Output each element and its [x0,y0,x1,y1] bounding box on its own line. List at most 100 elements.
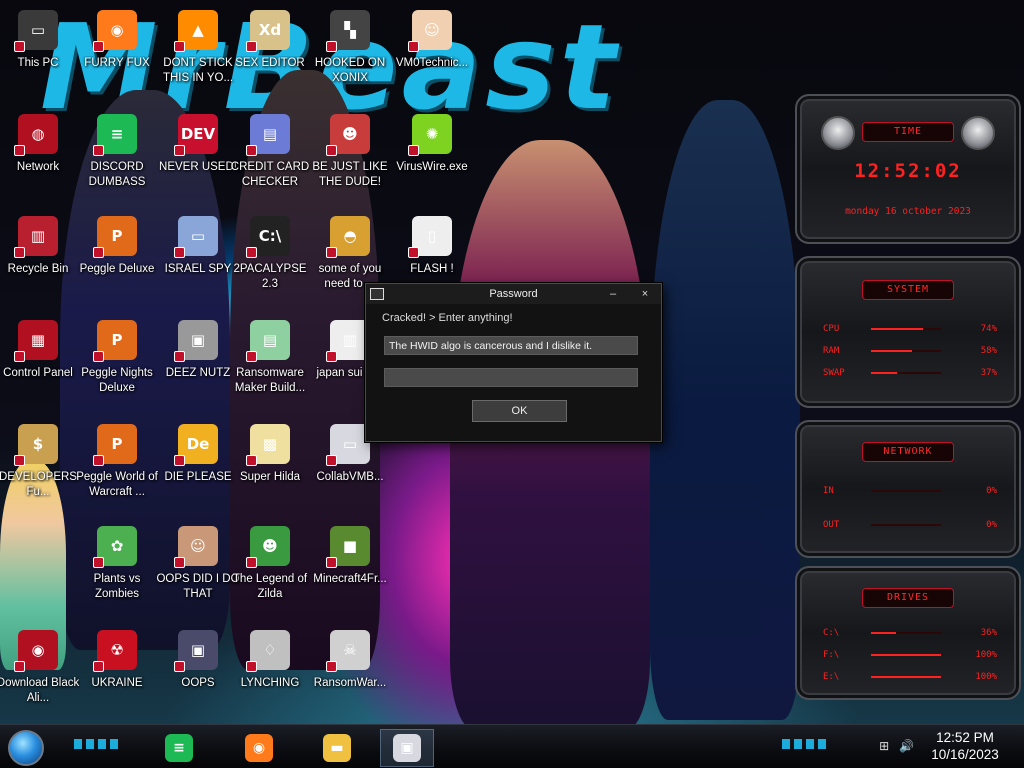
password-field[interactable] [384,368,638,387]
desktop-icon-30[interactable]: ☻ The Legend of Zilda [230,522,310,622]
system-row-bar-fill [871,372,897,374]
desktop-icon-label: Super Hilda [239,471,301,483]
shortcut-badge-icon [326,455,337,466]
desktop-icon-28[interactable]: ✿ Plants vs Zombies [77,522,157,622]
taskbar-app-password-app[interactable]: ▣ [380,729,434,767]
desktop-icon-label: DISCORD DUMBASS [88,161,146,188]
shortcut-badge-icon [14,661,25,672]
desktop-icon-15[interactable]: C:\ 2PACALYPSE 2.3 [230,212,310,312]
shortcut-badge-icon [326,661,337,672]
desktop-icon-2[interactable]: ▲ DONT STICK THIS IN YO... [158,6,238,106]
dialog-titlebar[interactable]: Password – × [366,284,661,304]
shortcut-badge-icon [93,145,104,156]
desktop-icon-5[interactable]: ☺ VM0Technic... [392,6,472,106]
system-row-value: 58% [980,346,997,356]
shortcut-badge-icon [14,41,25,52]
shortcut-badge-icon [326,557,337,568]
desktop-icon-0[interactable]: ▭ This PC [0,6,78,106]
santa-icon: ☻ [326,114,370,156]
desktop-icon-14[interactable]: ▭ ISRAEL SPY [158,212,238,312]
desktop-icon-label: CollabVMB... [316,471,384,483]
taskbar-clock[interactable]: 12:52 PM 10/16/2023 [920,729,1010,763]
desktop-icon-21[interactable]: ▤ Ransomware Maker Build... [230,316,310,416]
system-row: SWAP 37% [823,366,997,380]
desktop-icon-label: VM0Technic... [395,57,469,69]
desktop-icon-label: Peggle Deluxe [79,263,155,275]
shortcut-badge-icon [326,247,337,258]
desktop-icon-4[interactable]: ▚ HOOKED ON XONIX [310,6,390,106]
start-button[interactable] [8,730,44,766]
time-header: TIME [862,122,954,142]
network-gadget[interactable]: NETWORK IN 0% OUT 0% [795,420,1021,558]
desktop-icon-19[interactable]: P Peggle Nights Deluxe [77,316,157,416]
drives-row-key: F:\ [823,650,840,660]
desktop-icon-label: FLASH ! [410,263,454,275]
recycle-bin-icon: ▥ [14,216,58,258]
desktop-icon-36[interactable]: ☠ RansomWar... [310,626,390,726]
desktop-icon-10[interactable]: ☻ BE JUST LIKE THE DUDE! [310,110,390,210]
desktop-icon-24[interactable]: P Peggle World of Warcraft ... [76,420,158,520]
desktop-icon-1[interactable]: ◉ FURRY FUX [77,6,157,106]
desktop-icon-8[interactable]: DEV NEVER USED! [158,110,238,210]
desktop-icon-29[interactable]: ☺ OOPS DID I DO THAT [156,522,240,622]
shortcut-badge-icon [246,41,257,52]
desktop-icon-13[interactable]: P Peggle Deluxe [77,212,157,312]
desktop-icon-18[interactable]: ▦ Control Panel [0,316,78,416]
close-button[interactable]: × [637,284,653,304]
spotify-style-icon: ≡ [165,734,193,762]
system-row-bar [871,350,941,352]
network-row-value: 0% [986,486,997,496]
ok-button[interactable]: OK [472,400,567,422]
desktop-icon-11[interactable]: ✺ VirusWire.exe [392,110,472,210]
desktop-icon-7[interactable]: ≡ DISCORD DUMBASS [77,110,157,210]
plant-icon: ✿ [93,526,137,568]
network-row-bar [871,524,941,526]
desktop-icon-25[interactable]: De DIE PLEASE [158,420,238,520]
system-row-bar [871,372,941,374]
desktop-icon-31[interactable]: ■ Minecraft4Fr... [310,522,390,622]
network-icon: ◍ [14,114,58,156]
desktop-icon-34[interactable]: ▣ OOPS [158,626,238,726]
document-icon: ▥ [326,320,370,362]
alien-head-icon [961,116,995,150]
shortcut-badge-icon [174,455,185,466]
drives-gadget[interactable]: DRIVES C:\ 36% F:\ 100% E:\ 100% [795,566,1021,700]
desktop-icon-6[interactable]: ◍ Network [0,110,78,210]
shortcut-badge-icon [408,247,419,258]
beaver-icon: ◓ [326,216,370,258]
system-row-key: CPU [823,324,840,334]
desktop-icon-12[interactable]: ▥ Recycle Bin [0,212,78,312]
desktop-icon-label: Peggle Nights Deluxe [81,367,153,394]
hwid-text-field[interactable]: The HWID algo is cancerous and I dislike… [384,336,638,355]
taskbar-app-file-explorer[interactable]: ▬ [310,729,364,767]
time-gadget[interactable]: TIME 12:52:02 monday 16 october 2023 [795,94,1021,244]
shortcut-badge-icon [246,661,257,672]
doctor-icon: ☺ [408,10,452,52]
desktop-icon-label: This PC [17,57,59,69]
system-row: RAM 58% [823,344,997,358]
desktop-icon-23[interactable]: $ DEVELOPERS Fu... [0,420,78,520]
minecraft-icon: ■ [326,526,370,568]
desktop-icon-label: UKRAINE [91,677,143,689]
taskbar-app-spotify-style[interactable]: ≡ [152,729,206,767]
alien-head-icon [821,116,855,150]
network-tray-icon[interactable]: ⊞ [879,739,889,753]
desktop-icon-label: RansomWar... [313,677,387,689]
taskbar-app-firefox[interactable]: ◉ [232,729,286,767]
desktop-icon-32[interactable]: ◉ Download Black Ali... [0,626,79,726]
vlc-cone-icon: ▲ [174,10,218,52]
desktop-icon-3[interactable]: Xd SEX EDITOR [230,6,310,106]
desktop-icon-9[interactable]: ▤ CREDIT CARD CHECKER [230,110,310,210]
desktop-icon-35[interactable]: ♢ LYNCHING [230,626,310,726]
desktop-icon-label: BE JUST LIKE THE DUDE! [312,161,388,188]
system-row-bar [871,328,941,330]
desktop-icon-26[interactable]: ▩ Super Hilda [230,420,310,520]
desktop-icon-33[interactable]: ☢ UKRAINE [77,626,157,726]
desktop-icon-label: CREDIT CARD CHECKER [230,161,310,188]
desktop-icon-20[interactable]: ▣ DEEZ NUTZ [158,316,238,416]
firefox-icon: ◉ [245,734,273,762]
system-gadget[interactable]: SYSTEM CPU 74% RAM 58% SWAP 37% [795,256,1021,408]
minimize-button[interactable]: – [605,284,621,304]
drives-row-bar [871,654,941,656]
volume-tray-icon[interactable]: 🔊 [899,739,914,753]
